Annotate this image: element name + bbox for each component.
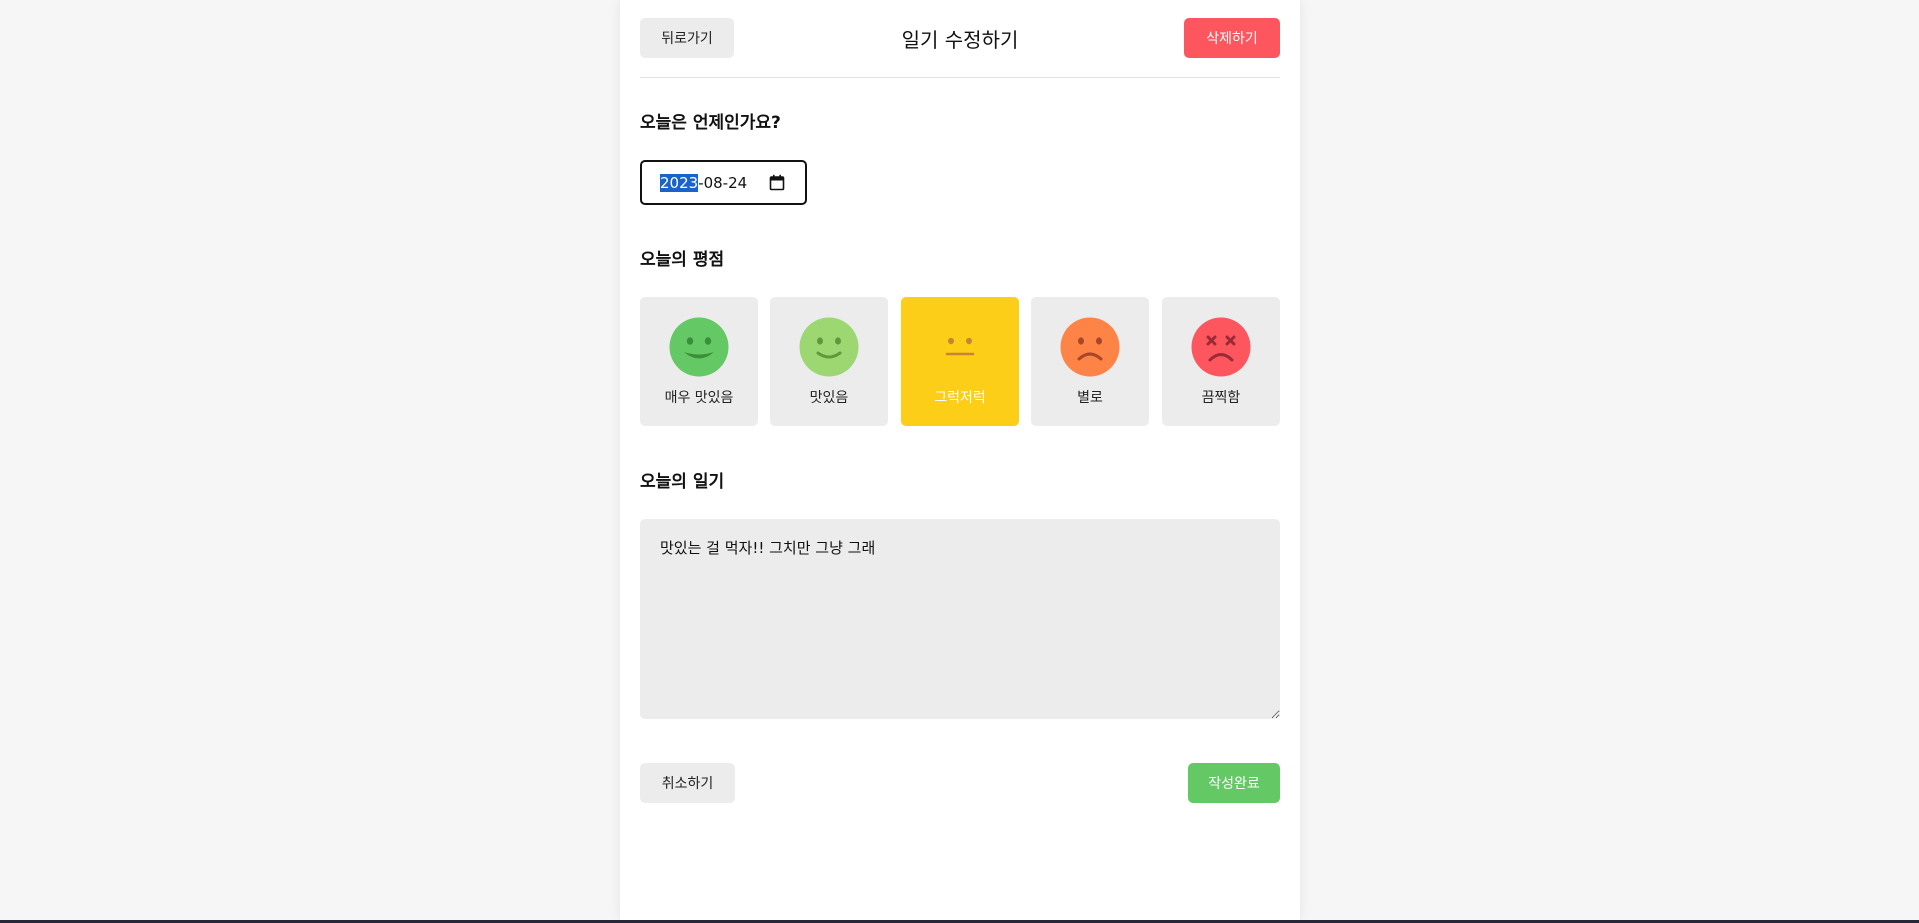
done-button[interactable]: 작성완료 [1188, 763, 1280, 803]
calendar-icon[interactable] [769, 174, 785, 191]
delete-button[interactable]: 삭제하기 [1184, 18, 1280, 58]
very-happy-face-icon [669, 317, 729, 377]
cancel-button[interactable]: 취소하기 [640, 763, 735, 803]
date-input[interactable]: 2023 -08-24 [640, 160, 807, 205]
emotion-label: 매우 맛있음 [664, 390, 734, 406]
smiling-face-icon [799, 317, 859, 377]
header: 뒤로가기 일기 수정하기 삭제하기 [640, 0, 1280, 78]
emotion-label: 맛있음 [809, 390, 849, 406]
dizzy-face-icon [1191, 317, 1251, 377]
date-rest-segment[interactable]: -08-24 [698, 174, 747, 192]
emotion-item-very-tasty[interactable]: 매우 맛있음 [640, 297, 758, 426]
emotion-item-not-good[interactable]: 별로 [1031, 297, 1149, 426]
emotion-item-tasty[interactable]: 맛있음 [770, 297, 888, 426]
emotion-list: 매우 맛있음 맛있음 그럭저럭 별로 끔찍함 [640, 297, 1280, 427]
emotion-item-terrible[interactable]: 끔찍함 [1162, 297, 1280, 426]
sad-face-icon [1060, 317, 1120, 377]
diary-textarea[interactable]: 맛있는 걸 먹자!! 그치만 그냥 그래 [640, 519, 1280, 719]
emotion-item-so-so[interactable]: 그럭저럭 [901, 297, 1019, 426]
emotion-label: 별로 [1077, 390, 1103, 406]
neutral-face-icon [930, 317, 990, 377]
diary-section-title: 오늘의 일기 [640, 472, 725, 492]
date-year-segment[interactable]: 2023 [660, 173, 699, 192]
emotion-section-title: 오늘의 평점 [640, 250, 725, 270]
diary-editor-page: 뒤로가기 일기 수정하기 삭제하기 오늘은 언제인가요? 2023 -08-24 … [620, 0, 1300, 920]
date-section-title: 오늘은 언제인가요? [640, 113, 781, 133]
emotion-label: 그럭저럭 [934, 390, 986, 406]
editor-content: 뒤로가기 일기 수정하기 삭제하기 오늘은 언제인가요? 2023 -08-24 … [640, 0, 1280, 803]
emotion-label: 끔찍함 [1201, 390, 1241, 406]
